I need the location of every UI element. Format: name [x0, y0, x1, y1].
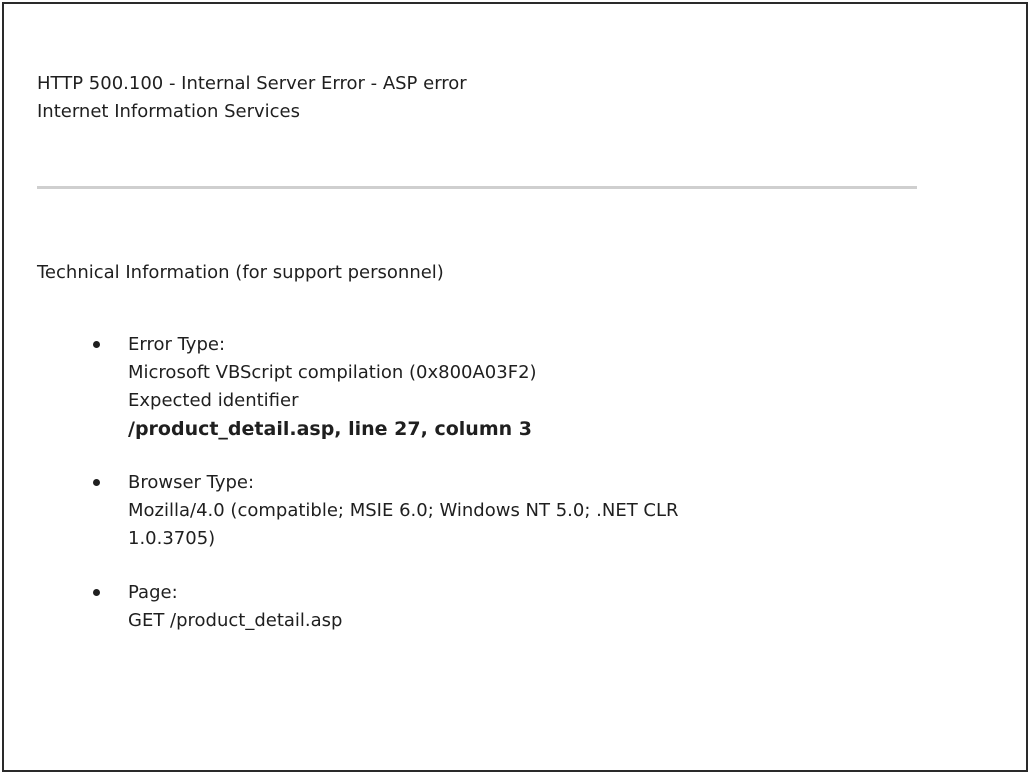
- horizontal-divider: [37, 186, 917, 189]
- bullet-icon: [93, 589, 100, 596]
- bullet-icon: [93, 341, 100, 348]
- user-agent-line: Mozilla/4.0 (compatible; MSIE 6.0; Windo…: [128, 500, 679, 521]
- list-item-browser-type: Browser Type: Mozilla/4.0 (compatible; M…: [76, 469, 976, 553]
- item-label: Page:: [128, 582, 178, 603]
- error-page-frame: HTTP 500.100 - Internal Server Error - A…: [2, 2, 1028, 772]
- error-description: Microsoft VBScript compilation (0x800A03…: [128, 362, 537, 383]
- user-agent-line: 1.0.3705): [128, 528, 216, 549]
- list-item-page: Page: GET /product_detail.asp: [76, 579, 976, 635]
- error-header: HTTP 500.100 - Internal Server Error - A…: [37, 70, 467, 126]
- server-name: Internet Information Services: [37, 101, 301, 122]
- technical-details-list: Error Type: Microsoft VBScript compilati…: [76, 331, 976, 661]
- item-label: Browser Type:: [128, 472, 255, 493]
- bullet-icon: [93, 479, 100, 486]
- error-message: Expected identifier: [128, 390, 299, 411]
- error-title: HTTP 500.100 - Internal Server Error - A…: [37, 73, 467, 94]
- list-item-error-type: Error Type: Microsoft VBScript compilati…: [76, 331, 976, 443]
- technical-info-heading: Technical Information (for support perso…: [37, 262, 444, 283]
- error-location: /product_detail.asp, line 27, column 3: [128, 418, 532, 440]
- item-label: Error Type:: [128, 334, 226, 355]
- request-line: GET /product_detail.asp: [128, 610, 343, 631]
